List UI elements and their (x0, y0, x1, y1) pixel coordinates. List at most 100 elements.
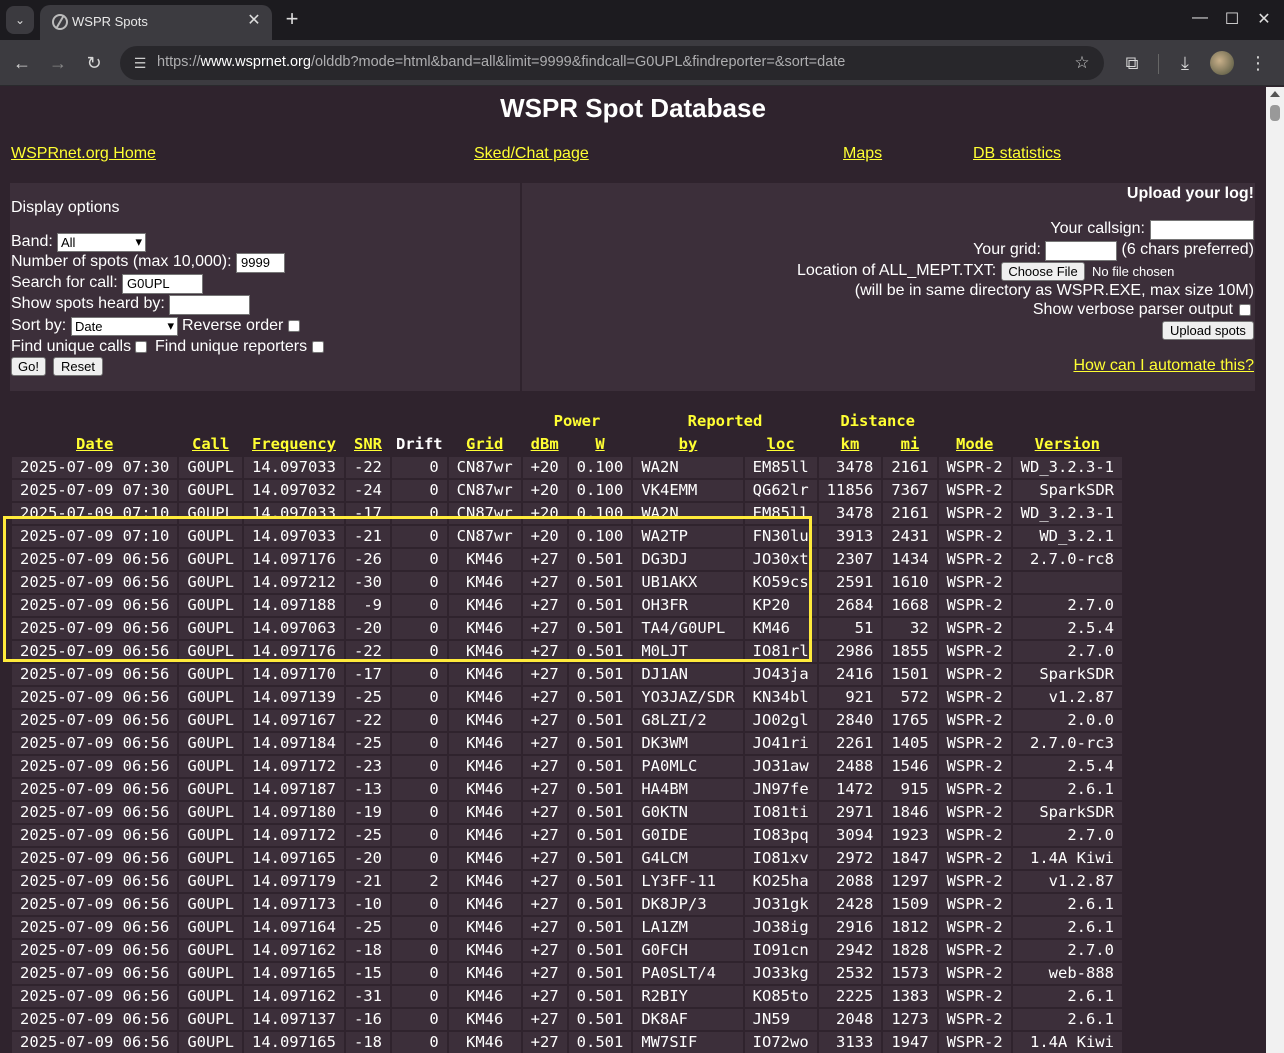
cell-date: 2025-07-09 06:56 (12, 894, 178, 915)
download-icon[interactable]: ⤓ (1173, 51, 1197, 75)
cell-frequency: 14.097188 (243, 595, 344, 616)
cell-km: 1472 (818, 779, 882, 800)
reload-icon[interactable]: ↻ (82, 51, 106, 75)
cell-mode: WSPR-2 (938, 940, 1011, 961)
nav-db-statistics-link[interactable]: DB statistics (973, 145, 1061, 163)
menu-kebab-icon[interactable]: ⋮ (1246, 51, 1270, 75)
cell-mode: WSPR-2 (938, 917, 1011, 938)
cell-call: G0UPL (179, 825, 242, 846)
close-icon[interactable]: ✕ (244, 11, 264, 31)
cell-mode: WSPR-2 (938, 756, 1011, 777)
profile-avatar[interactable] (1210, 51, 1234, 75)
cell-drift: 0 (391, 756, 447, 777)
cell-km: 2532 (818, 963, 882, 984)
tab-search-button[interactable]: ⌄ (6, 6, 34, 34)
unique-reporters-checkbox[interactable] (312, 341, 324, 353)
cell-w: 0.501 (568, 710, 632, 731)
verbose-checkbox[interactable] (1239, 304, 1251, 316)
band-select[interactable]: All (57, 233, 146, 252)
cell-date: 2025-07-09 06:56 (12, 595, 178, 616)
table-row: 2025-07-09 06:56 G0UPL 14.097165 -15 0 KM46 +2… (12, 963, 1122, 984)
cell-mode: WSPR-2 (938, 963, 1011, 984)
cell-grid: KM46 (448, 733, 521, 754)
sort-select[interactable]: Date (71, 317, 178, 336)
col-dbm[interactable]: dBm (523, 434, 567, 455)
cell-date: 2025-07-09 06:56 (12, 641, 178, 662)
back-icon[interactable]: ← (10, 51, 34, 75)
col-snr[interactable]: SNR (346, 434, 390, 455)
col-mode[interactable]: Mode (939, 434, 1011, 455)
cell-dbm: +20 (522, 480, 567, 501)
table-row: 2025-07-09 06:56 G0UPL 14.097184 -25 0 KM46 +2… (12, 733, 1122, 754)
cell-drift: 0 (391, 986, 447, 1007)
cell-frequency: 14.097162 (243, 940, 344, 961)
cell-mi: 2431 (883, 526, 937, 547)
cell-mi: 1546 (883, 756, 937, 777)
nav-sked-chat-link[interactable]: Sked/Chat page (474, 145, 589, 163)
automate-link[interactable]: How can I automate this? (1073, 357, 1254, 375)
address-bar[interactable]: ☰ https://www.wsprnet.org/olddb?mode=htm… (120, 46, 1104, 80)
choose-file-button[interactable]: Choose File (1001, 262, 1085, 281)
col-mi[interactable]: mi (883, 434, 936, 455)
site-info-icon[interactable]: ☰ (128, 51, 152, 75)
cell-date: 2025-07-09 06:56 (12, 825, 178, 846)
cell-w: 0.501 (568, 963, 632, 984)
bookmark-star-icon[interactable]: ☆ (1070, 51, 1094, 75)
upload-spots-button[interactable]: Upload spots (1162, 321, 1254, 340)
nav-home-link[interactable]: WSPRnet.org Home (11, 145, 156, 163)
active-tab[interactable]: WSPR Spots ✕ (40, 5, 272, 40)
forward-icon[interactable]: → (46, 51, 70, 75)
cell-frequency: 14.097165 (243, 848, 344, 869)
cell-call: G0UPL (179, 457, 242, 478)
cell-loc: EM85ll (744, 503, 817, 524)
unique-calls-checkbox[interactable] (135, 341, 147, 353)
col-grid[interactable]: Grid (449, 434, 521, 455)
cell-snr: -20 (345, 618, 390, 639)
new-tab-button[interactable]: + (280, 8, 304, 32)
url-text[interactable]: https://www.wsprnet.org/olddb?mode=html&… (157, 54, 845, 70)
cell-km: 2088 (818, 871, 882, 892)
cell-grid: KM46 (448, 572, 521, 593)
col-w[interactable]: W (569, 434, 632, 455)
grid-input[interactable] (1045, 241, 1117, 261)
col-version[interactable]: Version (1013, 434, 1122, 455)
cell-mi: 1383 (883, 986, 937, 1007)
search-call-input[interactable]: G0UPL (122, 274, 203, 294)
window-close-icon[interactable]: ✕ (1252, 9, 1276, 29)
reported-group-header: Reported (687, 412, 763, 430)
col-km[interactable]: km (819, 434, 882, 455)
scroll-thumb[interactable] (1270, 105, 1280, 121)
cell-call: G0UPL (179, 1009, 242, 1030)
col-reported-by[interactable]: by (633, 434, 742, 455)
reset-button[interactable]: Reset (53, 357, 103, 376)
browser-toolbar: ← → ↻ ☰ https://www.wsprnet.org/olddb?mo… (0, 40, 1284, 86)
cell-version: 2.6.1 (1012, 894, 1122, 915)
extensions-icon[interactable]: ⧉ (1120, 51, 1144, 75)
cell-version: 1.4A Kiwi (1012, 1032, 1122, 1053)
nav-maps-link[interactable]: Maps (843, 145, 882, 163)
cell-reported-by: DG3DJ (633, 549, 743, 570)
unique-reporters-label: Find unique reporters (155, 338, 308, 355)
scroll-up-arrow-icon[interactable] (1270, 91, 1280, 97)
reverse-order-checkbox[interactable] (288, 320, 300, 332)
col-call[interactable]: Call (179, 434, 242, 455)
page-scrollbar[interactable] (1266, 87, 1284, 1053)
cell-reported-by: MW7SIF (633, 1032, 743, 1053)
col-frequency[interactable]: Frequency (244, 434, 344, 455)
cell-km: 3094 (818, 825, 882, 846)
cell-date: 2025-07-09 07:10 (12, 503, 178, 524)
cell-reported-by: TA4/G0UPL (633, 618, 743, 639)
go-button[interactable]: Go! (11, 357, 46, 376)
cell-frequency: 14.097139 (243, 687, 344, 708)
maximize-icon[interactable]: ☐ (1220, 9, 1244, 29)
cell-call: G0UPL (179, 802, 242, 823)
col-date[interactable]: Date (12, 434, 177, 455)
cell-grid: KM46 (448, 687, 521, 708)
col-loc[interactable]: loc (745, 434, 817, 455)
minimize-icon[interactable]: — (1188, 9, 1212, 27)
callsign-input[interactable] (1150, 220, 1254, 240)
cell-reported-by: YO3JAZ/SDR (633, 687, 743, 708)
num-spots-input[interactable]: 9999 (236, 253, 285, 273)
heard-by-input[interactable] (169, 295, 250, 315)
cell-loc: IO83pq (744, 825, 817, 846)
